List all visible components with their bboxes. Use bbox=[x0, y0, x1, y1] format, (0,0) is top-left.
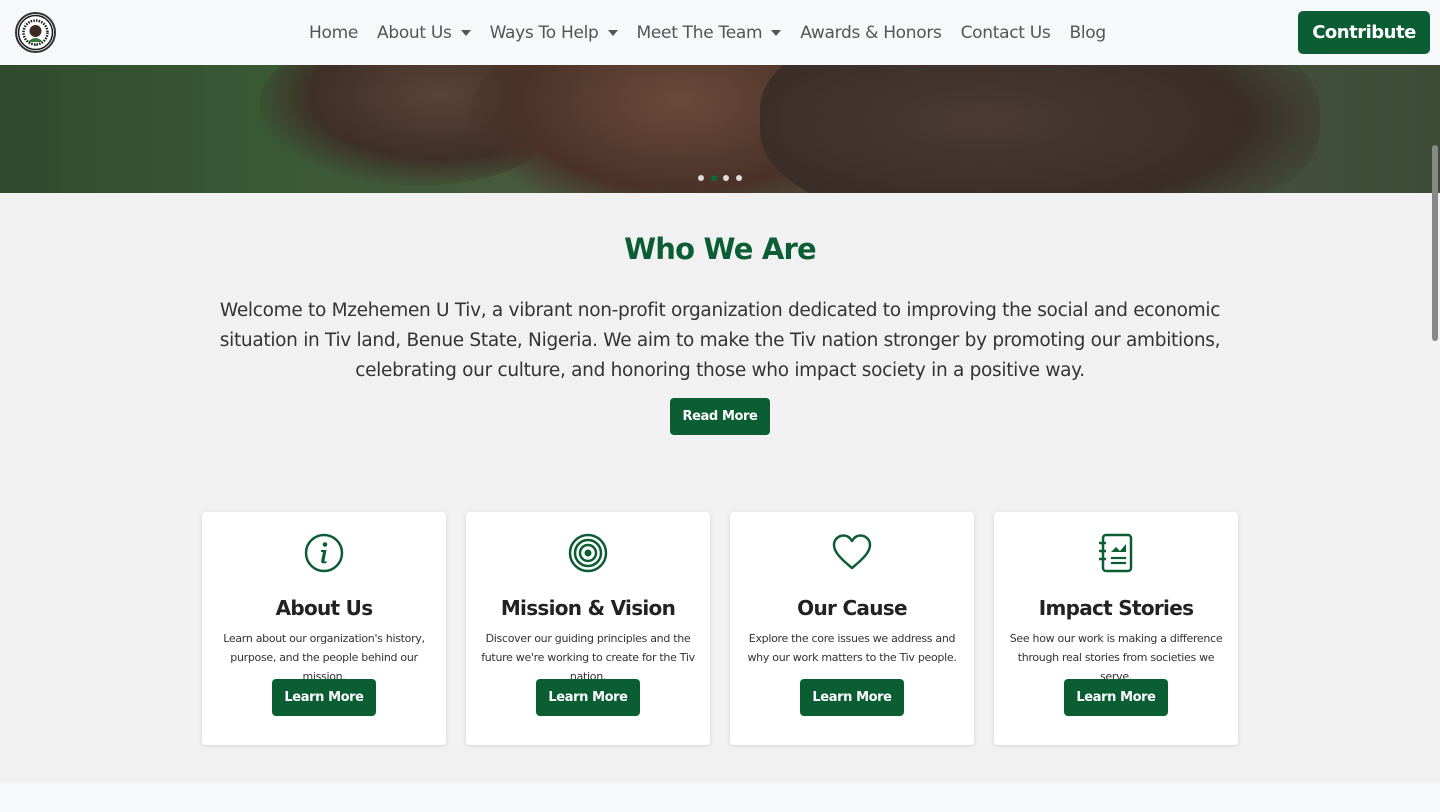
about-us-learn-more-button[interactable]: Learn More bbox=[272, 679, 376, 716]
navbar: Home About Us Ways To Help Meet The Team… bbox=[0, 0, 1440, 65]
nav-about-us-label: About Us bbox=[377, 22, 452, 43]
nav-home-label: Home bbox=[309, 22, 359, 43]
mission-vision-learn-more-button[interactable]: Learn More bbox=[536, 679, 640, 716]
card-title: About Us bbox=[275, 596, 374, 620]
caret-down-icon bbox=[460, 29, 471, 36]
card-description: See how our work is making a difference … bbox=[1009, 632, 1223, 683]
nav-ways-to-help-label: Ways To Help bbox=[489, 22, 599, 43]
card-description: Explore the core issues we address and w… bbox=[747, 632, 957, 664]
nav-awards-honors-link[interactable]: Awards & Honors bbox=[800, 22, 942, 43]
who-we-are-title: Who We Are bbox=[624, 232, 817, 266]
card-description: Discover our guiding principles and the … bbox=[481, 632, 695, 683]
impact-stories-learn-more-button[interactable]: Learn More bbox=[1064, 679, 1168, 716]
nav-contact-us-label: Contact Us bbox=[960, 22, 1051, 43]
caret-down-icon bbox=[771, 29, 782, 36]
card-about-us: About Us Learn about our organization's … bbox=[202, 512, 446, 745]
nav-meet-the-team-dropdown[interactable]: Meet The Team bbox=[637, 23, 782, 43]
carousel-indicator-4[interactable] bbox=[735, 175, 742, 181]
read-more-button[interactable]: Read More bbox=[670, 398, 770, 435]
carousel-indicator-2[interactable] bbox=[710, 175, 717, 181]
nav-ways-to-help-dropdown[interactable]: Ways To Help bbox=[490, 23, 618, 43]
organization-logo[interactable] bbox=[15, 12, 56, 53]
nav-blog-label: Blog bbox=[1069, 22, 1106, 43]
carousel-indicator-1[interactable] bbox=[698, 175, 704, 181]
carousel-indicator-3[interactable] bbox=[723, 175, 729, 181]
nav-awards-honors-label: Awards & Honors bbox=[800, 22, 942, 43]
main-nav-links: Home About Us Ways To Help Meet The Team… bbox=[309, 0, 1125, 65]
card-our-cause: Our Cause Explore the core issues we add… bbox=[730, 512, 974, 745]
card-title: Mission & Vision bbox=[500, 596, 676, 620]
our-cause-learn-more-button[interactable]: Learn More bbox=[800, 679, 904, 716]
nav-blog-link[interactable]: Blog bbox=[1069, 22, 1106, 43]
card-title: Our Cause bbox=[797, 596, 907, 620]
info-icon bbox=[304, 533, 344, 573]
hero-image-hand bbox=[760, 65, 1320, 193]
card-impact-stories: Impact Stories See how our work is makin… bbox=[994, 512, 1238, 745]
contribute-button[interactable]: Contribute bbox=[1298, 11, 1430, 54]
target-icon bbox=[568, 533, 608, 573]
carousel-indicators bbox=[698, 175, 748, 181]
nav-about-us-dropdown[interactable]: About Us bbox=[377, 23, 471, 43]
nav-home-link[interactable]: Home bbox=[309, 23, 358, 43]
card-description: Learn about our organization's history, … bbox=[223, 632, 425, 683]
heart-icon bbox=[832, 534, 872, 570]
nav-contact-us-link[interactable]: Contact Us bbox=[961, 23, 1051, 43]
card-title: Impact Stories bbox=[1038, 596, 1194, 620]
who-we-are-text: Welcome to Mzehemen U Tiv, a vibrant non… bbox=[219, 300, 1221, 381]
next-section-edge bbox=[0, 783, 1440, 812]
info-cards: About Us Learn about our organization's … bbox=[202, 512, 1258, 745]
nav-meet-the-team-label: Meet The Team bbox=[636, 22, 763, 43]
card-mission-vision: Mission & Vision Discover our guiding pr… bbox=[466, 512, 710, 745]
hero-carousel bbox=[0, 65, 1440, 193]
caret-down-icon bbox=[607, 29, 618, 36]
journal-icon bbox=[1099, 533, 1133, 573]
